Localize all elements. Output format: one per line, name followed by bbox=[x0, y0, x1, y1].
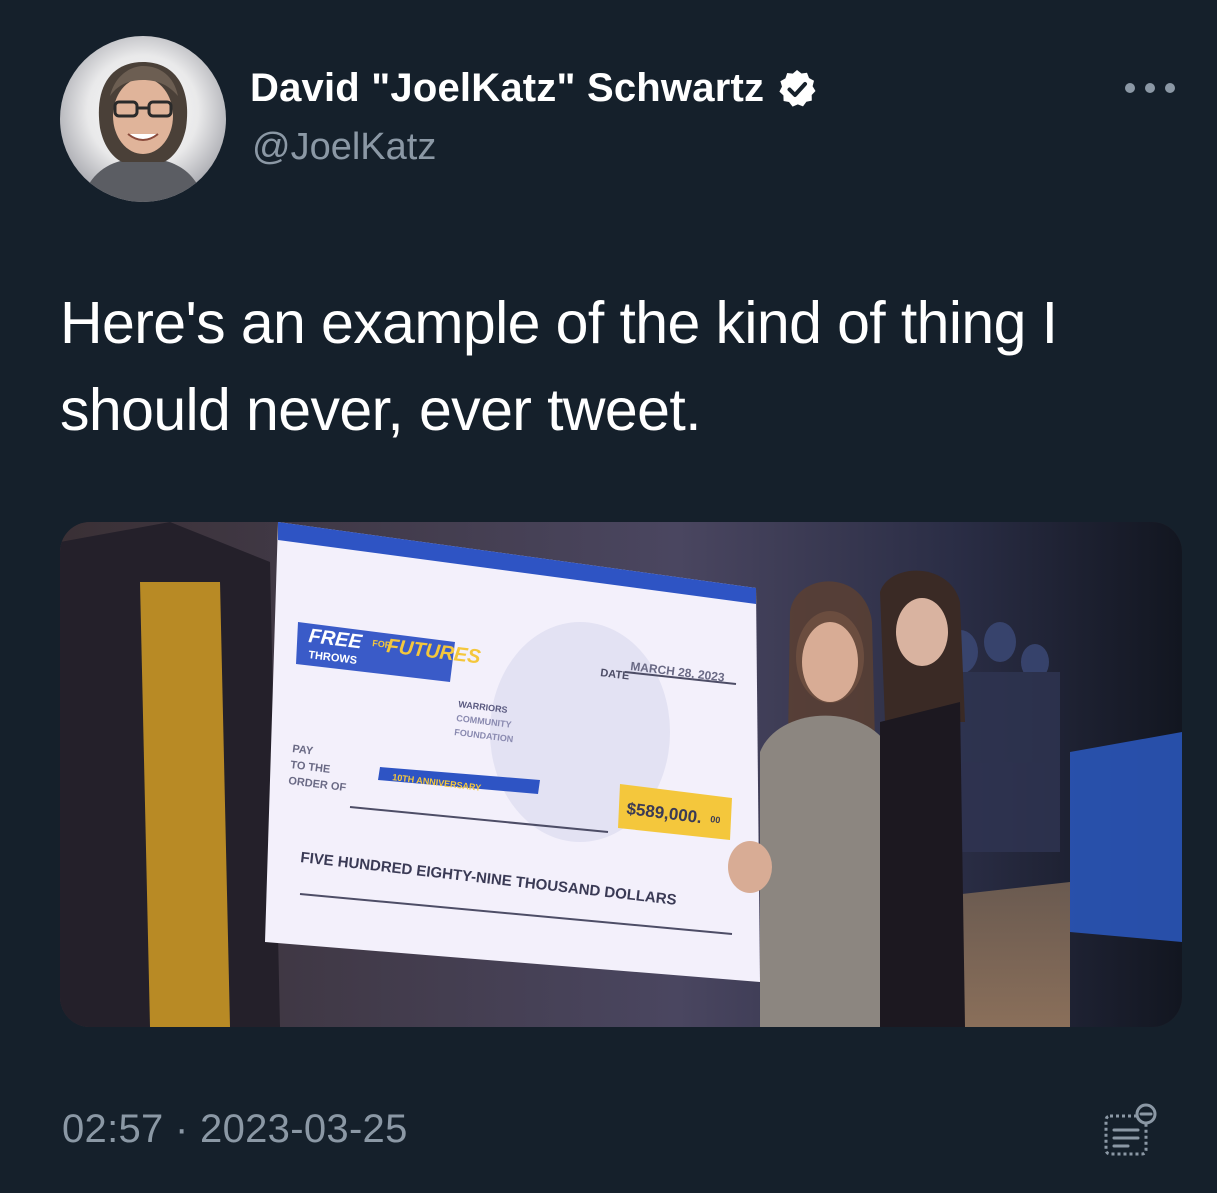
avatar[interactable] bbox=[60, 36, 226, 202]
check-presentation-photo: FREE THROWS FOR FUTURES DATE MARCH 28, 2… bbox=[60, 522, 1182, 1027]
author-display-name-row[interactable]: David "JoelKatz" Schwartz bbox=[250, 66, 818, 111]
tweet-text: Here's an example of the kind of thing I… bbox=[60, 290, 1058, 443]
analytics-icon[interactable] bbox=[1100, 1102, 1162, 1160]
tweet-media-photo[interactable]: FREE THROWS FOR FUTURES DATE MARCH 28, 2… bbox=[60, 522, 1182, 1027]
verified-badge-icon bbox=[776, 68, 818, 110]
more-horizontal-icon[interactable] bbox=[1125, 78, 1175, 98]
author-display-name[interactable]: David "JoelKatz" Schwartz bbox=[250, 66, 764, 111]
tweet-timestamp[interactable]: 02:57 · 2023-03-25 bbox=[62, 1107, 408, 1152]
author-handle[interactable]: @JoelKatz bbox=[252, 126, 436, 169]
check-amount-cents: 00 bbox=[710, 814, 721, 825]
avatar-photo bbox=[82, 62, 204, 202]
